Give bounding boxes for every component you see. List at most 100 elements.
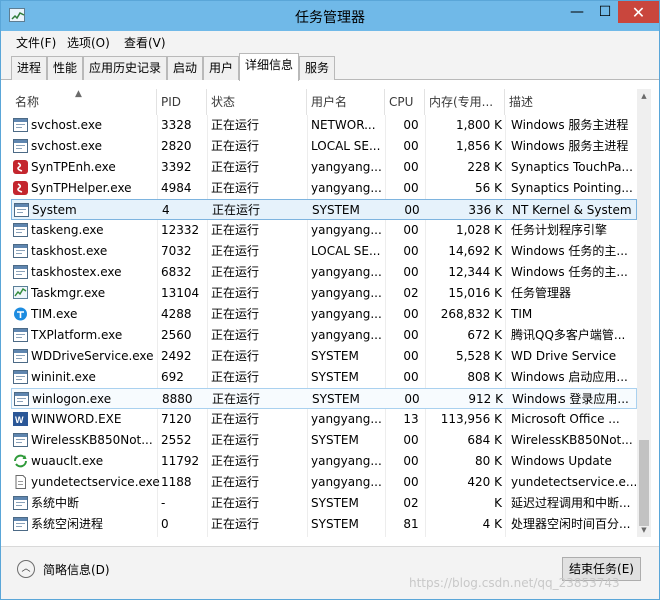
process-name: SynTPEnh.exe — [31, 160, 116, 174]
minimize-button[interactable]: — — [563, 1, 591, 23]
process-description: 延迟过程调用和中断... — [511, 496, 631, 510]
process-memory: 684 K — [467, 433, 502, 447]
process-name: wuauclt.exe — [31, 454, 104, 468]
process-cpu: 00 — [403, 139, 419, 153]
title-bar[interactable]: 任务管理器 — ☐ ✕ — [1, 1, 659, 31]
column-header-pid[interactable]: PID — [157, 89, 207, 115]
process-status: 正在运行 — [211, 139, 260, 153]
process-memory: 12,344 K — [448, 265, 502, 279]
process-pid: 3328 — [161, 118, 192, 132]
tab-users[interactable]: 用户 — [203, 56, 240, 80]
tab-performance[interactable]: 性能 — [47, 56, 84, 80]
tab-processes[interactable]: 进程 — [11, 56, 48, 80]
menu-options[interactable]: 选项(O) — [67, 34, 110, 51]
table-row[interactable]: WirelessKB850Not... 2552 正在运行 SYSTEM 00 684 K… — [11, 430, 637, 451]
process-name: TIM.exe — [31, 307, 78, 321]
windows-update-icon — [13, 454, 28, 468]
service-window-icon — [13, 517, 28, 531]
process-username: NETWOR... — [311, 118, 376, 132]
service-window-icon — [13, 118, 28, 132]
fewer-details-link[interactable]: 简略信息(D) — [43, 561, 110, 578]
process-status: 正在运行 — [212, 203, 261, 217]
table-row[interactable]: wuauclt.exe 11792 正在运行 yangyang... 00 80 K Win… — [11, 451, 637, 472]
process-description: WirelessKB850Not... — [511, 433, 633, 447]
table-row[interactable]: yundetectservice.exe 1188 正在运行 yangyang... 0… — [11, 472, 637, 493]
process-username: yangyang... — [311, 265, 382, 279]
table-row[interactable]: W WINWORD.EXE 7120 正在运行 yangyang... 13 113,956… — [11, 409, 637, 430]
scrollbar-thumb[interactable] — [639, 440, 649, 526]
process-description: WD Drive Service — [511, 349, 617, 363]
process-username: SYSTEM — [311, 433, 359, 447]
column-header-memory[interactable]: 内存(专用... — [425, 89, 505, 115]
table-row[interactable]: 系统中断 - 正在运行 SYSTEM 02 K 延迟过程调用和中断... — [11, 493, 637, 514]
table-row[interactable]: svchost.exe 3328 正在运行 NETWOR... 00 1,800 K Win… — [11, 115, 637, 136]
process-status: 正在运行 — [211, 517, 260, 531]
process-status: 正在运行 — [211, 328, 260, 342]
process-name: taskhost.exe — [31, 244, 108, 258]
tab-services[interactable]: 服务 — [299, 56, 336, 80]
table-row[interactable]: System 4 正在运行 SYSTEM 00 336 K NT Kernel & Syst… — [11, 199, 637, 220]
column-header-name[interactable]: 名称 ▲ — [11, 89, 157, 115]
table-row[interactable]: taskhost.exe 7032 正在运行 LOCAL SE... 00 14,692 … — [11, 241, 637, 262]
process-cpu: 00 — [403, 181, 419, 195]
tab-details[interactable]: 详细信息 — [239, 53, 300, 81]
vertical-scrollbar[interactable]: ▲ ▼ — [637, 89, 651, 537]
table-row[interactable]: taskhostex.exe 6832 正在运行 yangyang... 00 12,34… — [11, 262, 637, 283]
column-header-description[interactable]: 描述 — [505, 89, 637, 115]
process-username: yangyang... — [311, 475, 382, 489]
table-row[interactable]: wininit.exe 692 正在运行 SYSTEM 00 808 K Windows 启… — [11, 367, 637, 388]
service-window-icon — [13, 223, 28, 237]
process-pid: 2560 — [161, 328, 192, 342]
menu-view[interactable]: 查看(V) — [124, 34, 166, 51]
process-description: NT Kernel & System — [512, 203, 632, 217]
process-name: TXPlatform.exe — [31, 328, 123, 342]
table-row[interactable]: TIM.exe 4288 正在运行 yangyang... 00 268,832 K TIM — [11, 304, 637, 325]
column-header-cpu[interactable]: CPU — [385, 89, 425, 115]
tab-bar: 进程 性能 应用历史记录 启动 用户 详细信息 服务 — [1, 53, 659, 81]
process-memory: 1,028 K — [455, 223, 502, 237]
process-pid: 1188 — [161, 475, 192, 489]
process-cpu: 02 — [403, 496, 419, 510]
table-row[interactable]: winlogon.exe 8880 正在运行 SYSTEM 00 912 K Windows… — [11, 388, 637, 409]
process-cpu: 00 — [403, 160, 419, 174]
process-username: yangyang... — [311, 328, 382, 342]
table-row[interactable]: SynTPHelper.exe 4984 正在运行 yangyang... 00 56 K… — [11, 178, 637, 199]
process-description: yundetectservice.e... — [511, 475, 636, 489]
process-description: 腾讯QQ多客户端管... — [511, 328, 626, 342]
process-status: 正在运行 — [211, 349, 260, 363]
process-name: 系统空闲进程 — [31, 517, 104, 531]
table-row[interactable]: WDDriveService.exe 2492 正在运行 SYSTEM 00 5,528 … — [11, 346, 637, 367]
process-cpu: 00 — [403, 223, 419, 237]
process-cpu: 00 — [404, 392, 420, 406]
close-button[interactable]: ✕ — [618, 1, 659, 23]
process-status: 正在运行 — [211, 223, 260, 237]
column-header-status[interactable]: 状态 — [207, 89, 307, 115]
process-username: SYSTEM — [312, 392, 360, 406]
table-row[interactable]: TXPlatform.exe 2560 正在运行 yangyang... 00 672 K… — [11, 325, 637, 346]
process-description: Windows 服务主进程 — [511, 139, 629, 153]
process-username: yangyang... — [311, 223, 382, 237]
process-name: taskhostex.exe — [31, 265, 122, 279]
maximize-button[interactable]: ☐ — [591, 1, 619, 23]
process-status: 正在运行 — [211, 475, 260, 489]
table-row[interactable]: 系统空闲进程 0 正在运行 SYSTEM 81 4 K 处理器空闲时间百分... — [11, 514, 637, 535]
column-header-username[interactable]: 用户名 — [307, 89, 385, 115]
process-pid: 7120 — [161, 412, 192, 426]
tab-app-history[interactable]: 应用历史记录 — [83, 56, 168, 80]
scroll-up-icon[interactable]: ▲ — [637, 89, 651, 103]
process-cpu: 13 — [403, 412, 419, 426]
table-row[interactable]: taskeng.exe 12332 正在运行 yangyang... 00 1,028 K… — [11, 220, 637, 241]
process-status: 正在运行 — [211, 496, 260, 510]
service-window-icon — [13, 328, 28, 342]
table-row[interactable]: SynTPEnh.exe 3392 正在运行 yangyang... 00 228 K Sy… — [11, 157, 637, 178]
scroll-down-icon[interactable]: ▼ — [637, 523, 651, 537]
menu-file[interactable]: 文件(F) — [16, 34, 56, 51]
process-name: wininit.exe — [31, 370, 96, 384]
process-memory: 80 K — [475, 454, 502, 468]
tab-startup[interactable]: 启动 — [167, 56, 204, 80]
chevron-up-icon[interactable]: ︿ — [17, 560, 35, 578]
table-row[interactable]: Taskmgr.exe 13104 正在运行 yangyang... 02 15,016 … — [11, 283, 637, 304]
process-username: yangyang... — [311, 286, 382, 300]
table-row[interactable]: svchost.exe 2820 正在运行 LOCAL SE... 00 1,856 K W… — [11, 136, 637, 157]
process-status: 正在运行 — [212, 392, 261, 406]
